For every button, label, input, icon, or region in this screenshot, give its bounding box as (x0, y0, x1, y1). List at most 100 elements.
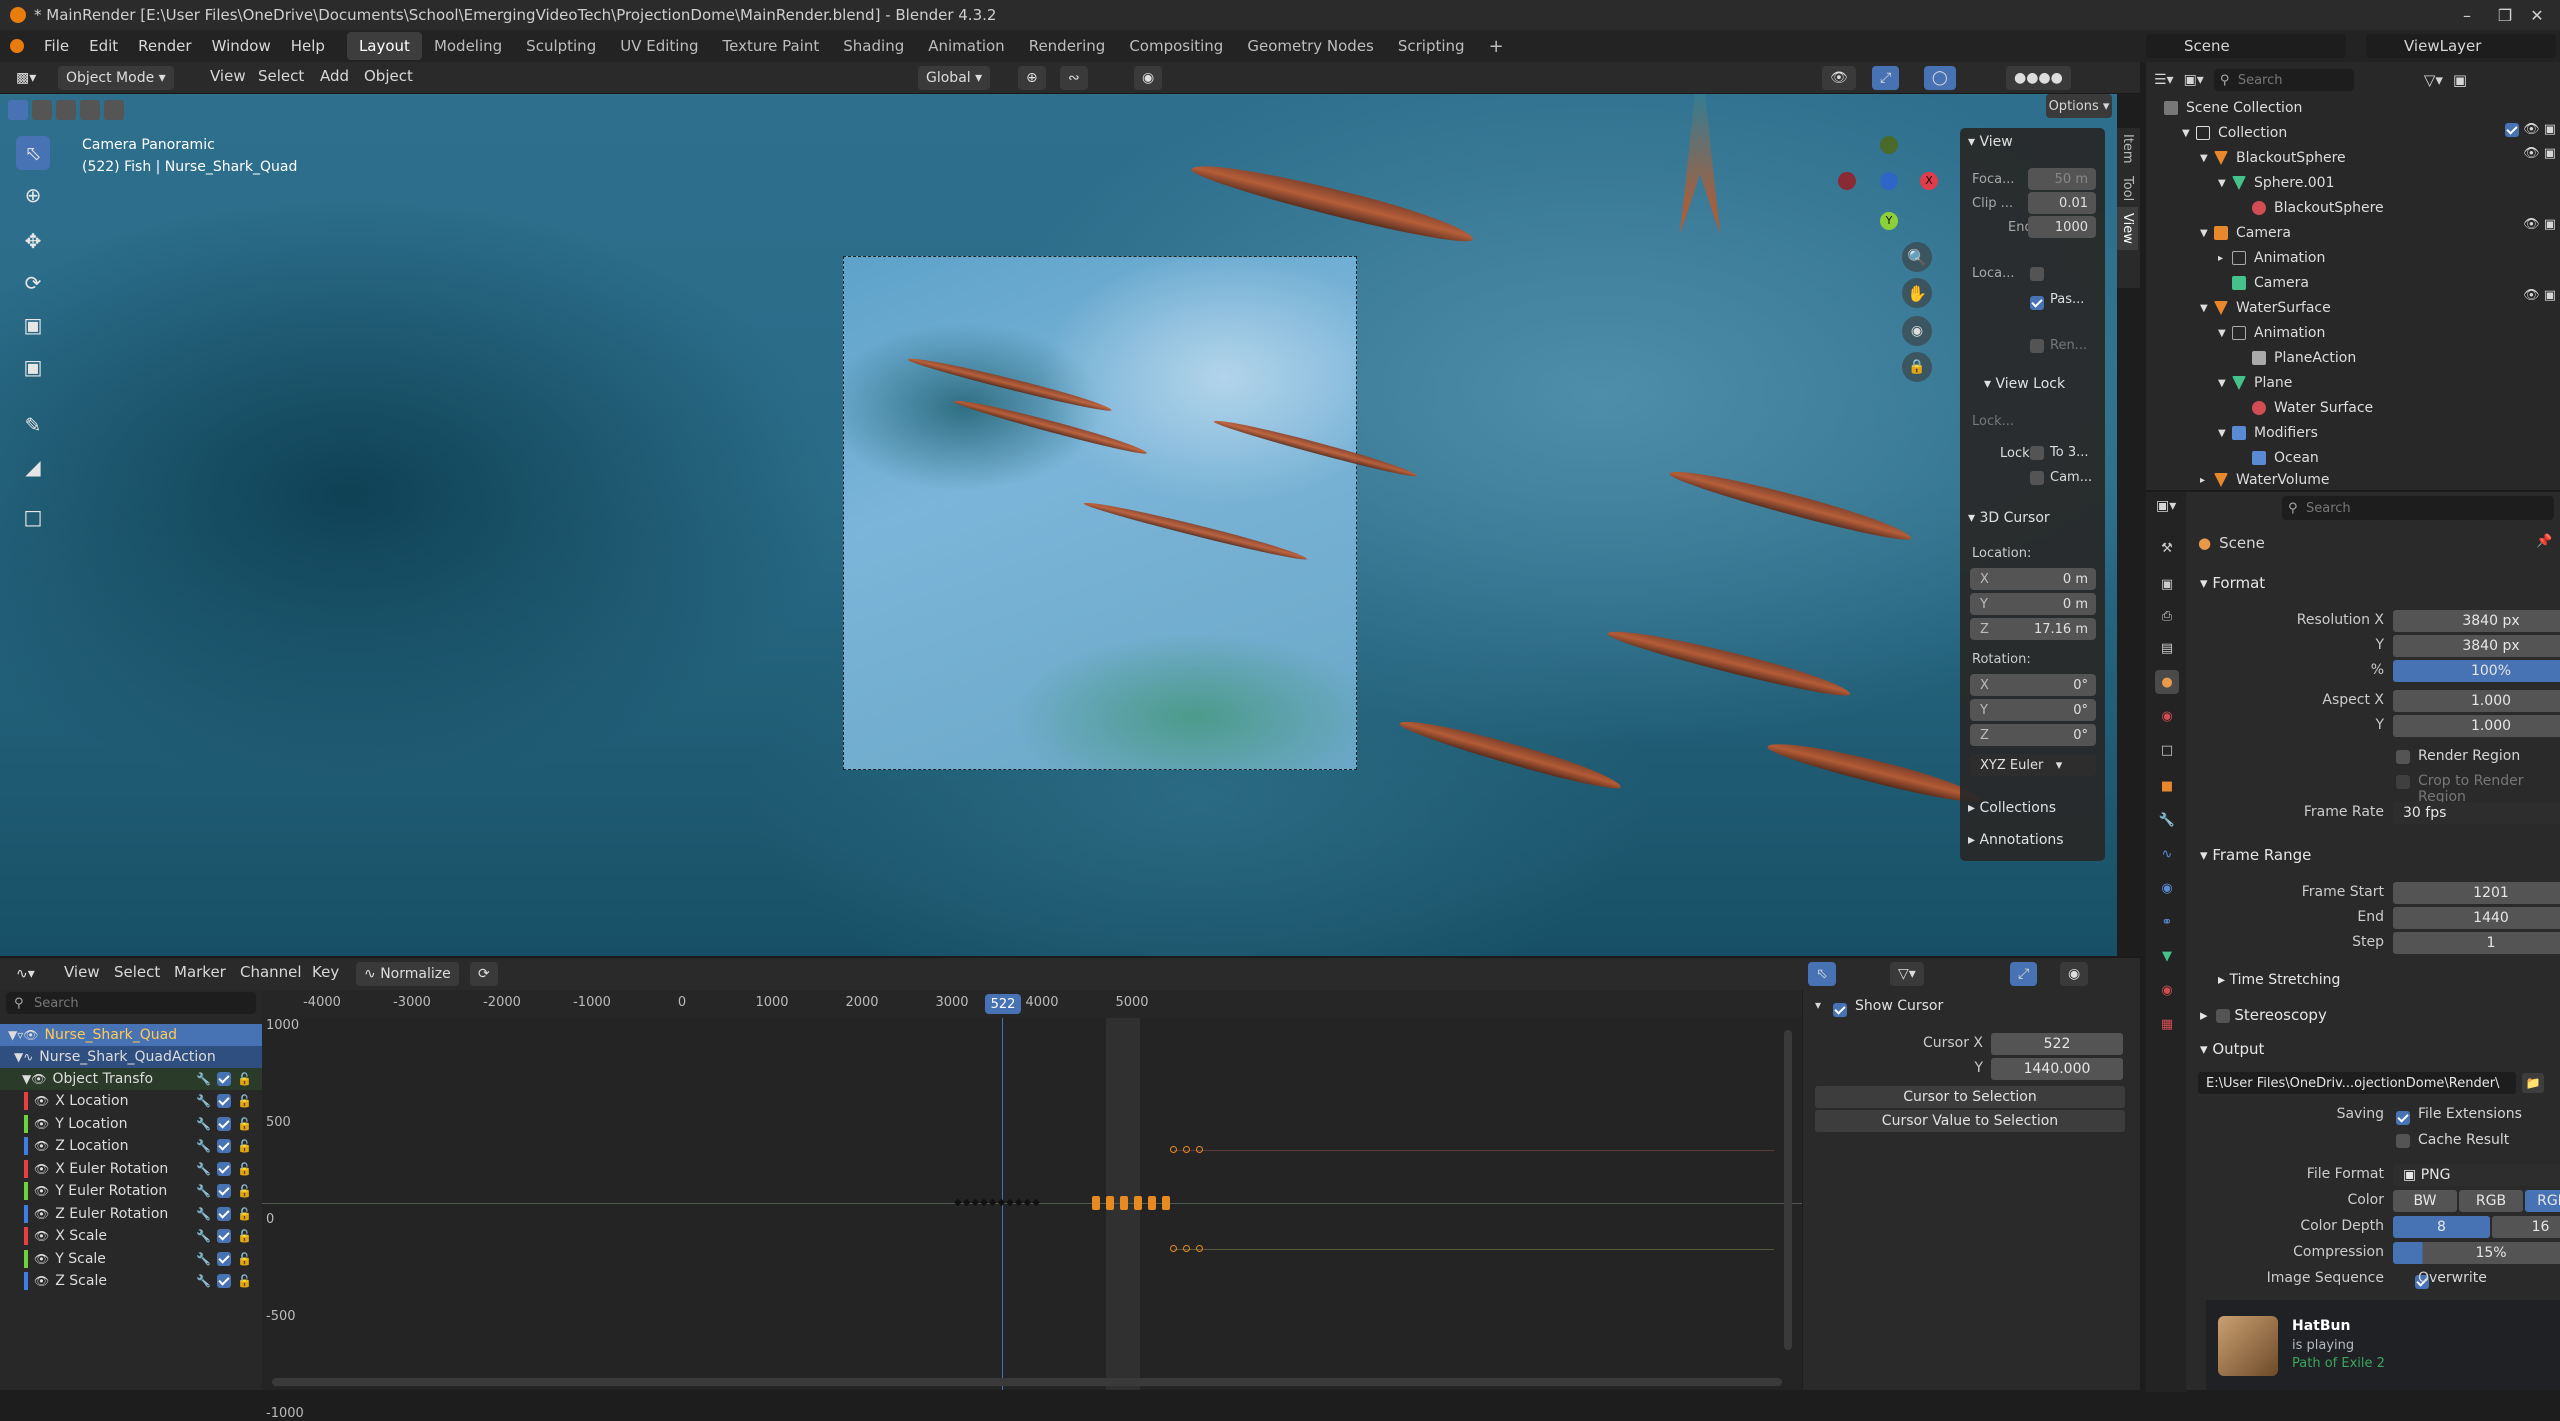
fcurve-channel[interactable]: 👁 Y Euler Rotation 🔧 🔓 (0, 1180, 262, 1202)
outliner-item[interactable]: ▸ Animation (2218, 246, 2325, 270)
aspect-y-field[interactable]: 1.000 (2393, 715, 2560, 737)
keyframe-handle[interactable] (1170, 1146, 1177, 1153)
lock-icon[interactable]: 🔓 (237, 1162, 252, 1176)
modifier-icon[interactable]: 🔧 (196, 1252, 211, 1266)
cursor-rotation-x[interactable]: X 0° (1970, 674, 2096, 696)
modifier-icon[interactable]: 🔧 (196, 1117, 211, 1131)
fcurve-channel[interactable]: 👁 Z Location 🔧 🔓 (0, 1135, 262, 1157)
fcurve-channel[interactable]: 👁 Y Location 🔧 🔓 (0, 1113, 262, 1135)
visibility-eye-icon[interactable]: 👁 ▣ (2523, 288, 2556, 303)
channel-search-input[interactable]: ⚲ Search (6, 992, 256, 1014)
viewport-menu-select[interactable]: Select (258, 67, 304, 85)
frame-range-panel-header[interactable]: ▾ Frame Range (2200, 846, 2311, 864)
lock-icon[interactable]: 🔓 (237, 1072, 252, 1086)
modifier-icon[interactable]: 🔧 (196, 1229, 211, 1243)
channel-object[interactable]: ▼▿👁 Nurse_Shark_Quad (0, 1024, 262, 1046)
frame-step-field[interactable]: 1 (2393, 932, 2560, 954)
expand-arrow-icon[interactable]: ▸ (2218, 253, 2232, 264)
fcurve-channel[interactable]: 👁 Z Euler Rotation 🔧 🔓 (0, 1203, 262, 1225)
modifier-icon[interactable]: 🔧 (196, 1162, 211, 1176)
eye-icon[interactable]: 👁 (34, 1207, 49, 1221)
lock-icon[interactable]: 🔓 (237, 1117, 252, 1131)
outliner-item[interactable]: PlaneAction (2252, 346, 2356, 370)
texture-tab-icon[interactable]: ▦ (2155, 1012, 2179, 1036)
modifier-icon[interactable]: 🔧 (196, 1094, 211, 1108)
lock-icon[interactable]: 🔓 (237, 1184, 252, 1198)
clip-start-field[interactable]: 0.01 (2028, 192, 2096, 214)
vertical-scrollbar[interactable] (1784, 1030, 1792, 1350)
options-dropdown[interactable]: Options ▾ (2046, 94, 2112, 118)
output-path-field[interactable]: E:\User Files\OneDriv...ojectionDome\Ren… (2198, 1072, 2516, 1094)
color-rgb-button[interactable]: RGB (2459, 1190, 2523, 1212)
gizmo-x-neg-icon[interactable] (1838, 172, 1856, 190)
filter-icon[interactable]: ▽▾ (2424, 71, 2443, 89)
properties-search-input[interactable]: ⚲ Search (2282, 496, 2554, 520)
expand-arrow-icon[interactable]: ▼ (2218, 328, 2232, 339)
keyframe-handle[interactable] (1196, 1245, 1203, 1252)
eye-icon[interactable]: 👁 (34, 1229, 49, 1243)
frame-rate-dropdown[interactable]: 30 fps (2393, 802, 2560, 824)
move-tool-icon[interactable]: ✥ (16, 224, 50, 258)
fcurve-channel[interactable]: 👁 X Scale 🔧 🔓 (0, 1225, 262, 1247)
fcurve-channel[interactable]: 👁 Z Scale 🔧 🔓 (0, 1270, 262, 1292)
frame-start-field[interactable]: 1201 (2393, 882, 2560, 904)
eye-icon[interactable]: 👁 (34, 1252, 49, 1266)
menu-help[interactable]: Help (281, 37, 335, 55)
mute-checkbox[interactable] (217, 1251, 232, 1266)
menu-window[interactable]: Window (202, 37, 281, 55)
eye-icon[interactable]: 👁 (34, 1139, 49, 1153)
graph-menu-marker[interactable]: Marker (174, 963, 226, 981)
lock-icon[interactable]: 🔓 (237, 1094, 252, 1108)
cursor-value-to-selection-button[interactable]: Cursor Value to Selection (1815, 1110, 2125, 1132)
proportional-edit-icon[interactable]: ◉ (1134, 66, 1163, 90)
clip-end-field[interactable]: 1000 (2028, 216, 2096, 238)
lock-icon[interactable]: 🔓 (237, 1207, 252, 1221)
viewport-menu-object[interactable]: Object (364, 67, 413, 85)
exclude-checkbox[interactable]: 👁 ▣ (2504, 122, 2556, 137)
annotate-tool-icon[interactable]: ✎ (16, 408, 50, 442)
compression-slider[interactable]: 15% (2393, 1242, 2560, 1264)
normalize-refresh-icon[interactable]: ⟳ (470, 962, 498, 986)
editor-type-icon[interactable]: ▩▾ (8, 66, 44, 90)
depth-16-button[interactable]: 16 (2492, 1216, 2560, 1238)
collapse-arrow-icon[interactable]: ▾ (1815, 998, 1821, 1012)
keyframe-handle[interactable] (1183, 1245, 1190, 1252)
material-tab-icon[interactable]: ◉ (2155, 978, 2179, 1002)
rotate-tool-icon[interactable]: ⟳ (16, 266, 50, 300)
select-extend-icon[interactable] (32, 100, 52, 120)
tab-rendering[interactable]: Rendering (1017, 32, 1118, 60)
close-button[interactable]: ✕ (2514, 0, 2560, 30)
crop-region-checkbox[interactable] (2396, 775, 2410, 789)
lock-icon[interactable]: 🔓 (237, 1252, 252, 1266)
resolution-x-field[interactable]: 3840 px (2393, 610, 2560, 632)
view-section-header[interactable]: ▾ View (1968, 134, 2013, 150)
view-layer-tab-icon[interactable]: ▤ (2155, 636, 2179, 660)
modifier-icon[interactable]: 🔧 (196, 1072, 211, 1086)
pivot-icon[interactable]: ⊕ (1018, 66, 1046, 90)
outliner-editor-icon[interactable]: ☰▾ (2154, 72, 2174, 88)
keyframe-point[interactable] (1092, 1196, 1100, 1210)
channel-group[interactable]: ▼👁 Object Transfo 🔧 🔓 (0, 1068, 262, 1090)
expand-arrow-icon[interactable]: ▼ (2218, 428, 2232, 439)
eye-icon[interactable]: 👁 (34, 1094, 49, 1108)
depth-8-button[interactable]: 8 (2393, 1216, 2490, 1238)
aspect-x-field[interactable]: 1.000 (2393, 690, 2560, 712)
output-panel-header[interactable]: ▾ Output (2200, 1040, 2264, 1058)
eye-icon[interactable]: 👁 (34, 1274, 49, 1288)
visibility-eye-icon[interactable]: 👁 ▣ (2523, 146, 2556, 161)
graph-menu-select[interactable]: Select (114, 963, 160, 981)
keyframe-handle[interactable] (1183, 1146, 1190, 1153)
local-camera-checkbox[interactable] (2030, 267, 2044, 281)
tab-shading[interactable]: Shading (831, 32, 916, 60)
visibility-icon[interactable]: 👁 (1822, 66, 1856, 90)
color-bw-button[interactable]: BW (2393, 1190, 2457, 1212)
gizmo-x-icon[interactable]: X (1920, 172, 1938, 190)
cursor-tool-icon[interactable]: ⊕ (16, 178, 50, 212)
outliner-item[interactable]: ▼ Modifiers (2218, 421, 2318, 445)
mute-checkbox[interactable] (217, 1094, 232, 1108)
modifier-icon[interactable]: 🔧 (196, 1139, 211, 1153)
graph-menu-key[interactable]: Key (312, 963, 339, 981)
file-extensions-checkbox[interactable] (2396, 1110, 2410, 1125)
transform-tool-icon[interactable]: ▣ (16, 350, 50, 384)
physics-tab-icon[interactable]: ◉ (2155, 876, 2179, 900)
